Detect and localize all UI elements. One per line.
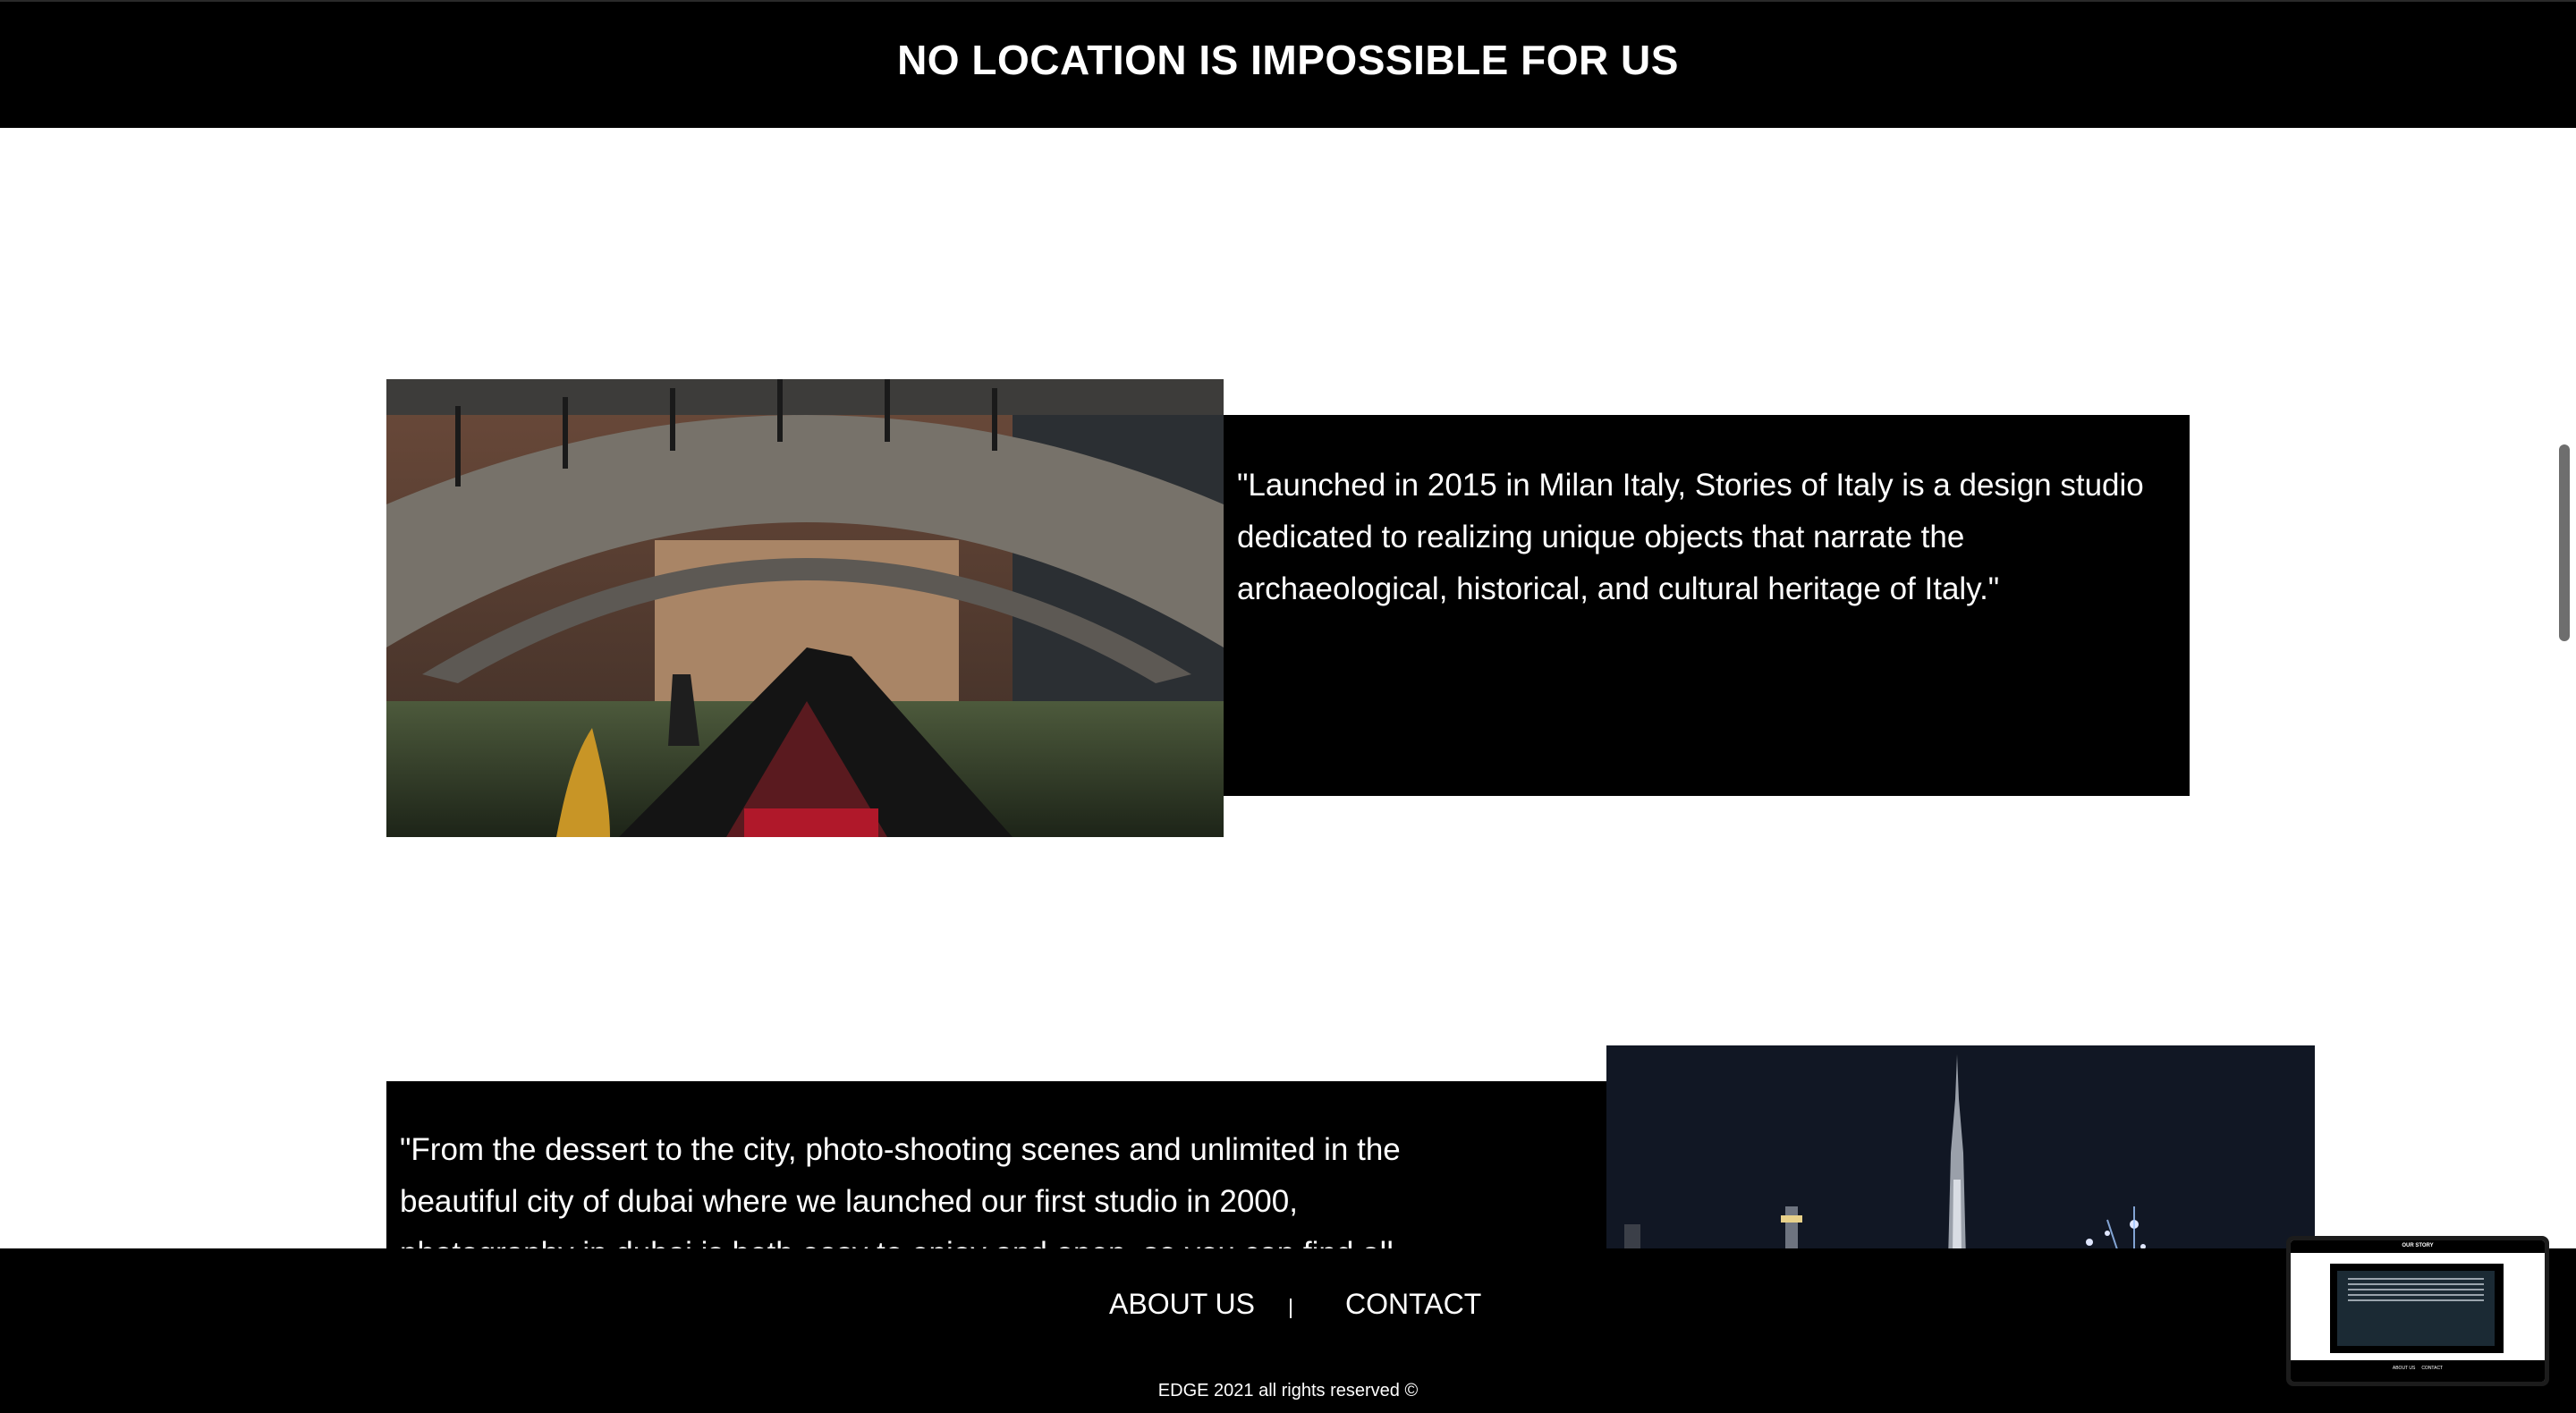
- preview-contact-label: CONTACT: [2421, 1366, 2444, 1371]
- venice-gondola-image: [386, 379, 1224, 837]
- copyright-text: EDGE 2021 all rights reserved ©: [1157, 1381, 1419, 1400]
- scrollbar-thumb[interactable]: [2559, 444, 2570, 641]
- italy-quote-text: "Launched in 2015 in Milan Italy, Storie…: [1237, 468, 2144, 606]
- preview-title: OUR STORY: [2402, 1243, 2434, 1248]
- top-banner: NO LOCATION IS IMPOSSIBLE FOR US: [0, 0, 2576, 128]
- about-us-link[interactable]: ABOUT US: [1109, 1288, 1255, 1321]
- preview-footer: ABOUT US CONTACT: [2291, 1360, 2545, 1382]
- site-footer: ABOUT US CONTACT EDGE 2021 all rights re…: [0, 1248, 2576, 1413]
- preview-image: [2337, 1271, 2495, 1346]
- preview-header: OUR STORY: [2291, 1240, 2545, 1253]
- italy-quote-card: "Launched in 2015 in Milan Italy, Storie…: [1224, 415, 2190, 796]
- page-preview-thumbnail[interactable]: OUR STORY ABOUT US CONTACT: [2286, 1236, 2549, 1386]
- preview-card: [2330, 1264, 2504, 1353]
- nav-separator: [1290, 1299, 1292, 1318]
- page-title: NO LOCATION IS IMPOSSIBLE FOR US: [897, 37, 1679, 83]
- venice-gondola-illustration: [386, 379, 1224, 837]
- contact-link[interactable]: CONTACT: [1345, 1288, 1481, 1321]
- preview-text-lines: [2348, 1278, 2484, 1305]
- preview-about-label: ABOUT US: [2392, 1366, 2416, 1371]
- preview-footer-nav: ABOUT US CONTACT: [2291, 1366, 2545, 1371]
